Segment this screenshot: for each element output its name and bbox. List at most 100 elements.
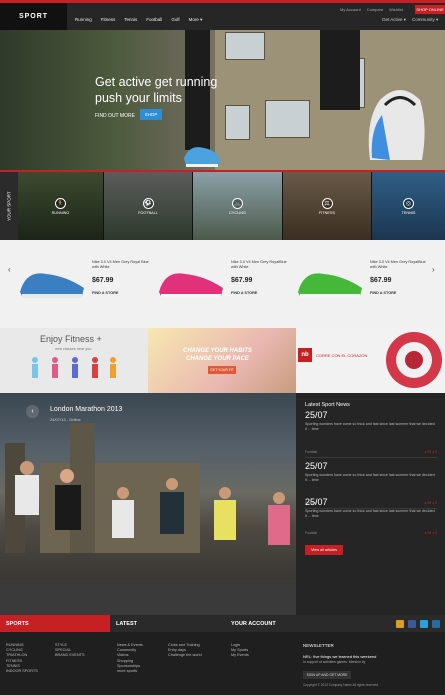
compare-link[interactable]: Compare — [367, 7, 383, 12]
rss-icon[interactable] — [396, 620, 404, 628]
find-store-link[interactable]: FIND A STORE — [92, 291, 118, 295]
category-label: FOOTBALL — [138, 210, 158, 215]
newsletter-headline: NRL: five things we learned this weekend — [303, 654, 377, 659]
nb-shoe-image — [386, 332, 442, 388]
product-name: Nike 3.0 V4 Men Grey RoyalBlue with Whit… — [370, 260, 426, 269]
wishlist-link[interactable]: Wishlist — [389, 7, 403, 12]
nav-football[interactable]: Football — [146, 17, 162, 23]
facebook-icon[interactable] — [408, 620, 416, 628]
news-text: Sporting wonders have come so thick and … — [305, 509, 435, 518]
promo-new-balance[interactable]: nb CORRE CON EL CORAZÓN — [296, 328, 445, 393]
footer-latest-heading: LATEST — [110, 615, 225, 632]
footer-link[interactable]: INDOOR SPORTS — [6, 669, 38, 674]
category-label: FITNESS — [318, 210, 336, 215]
nav-more[interactable]: More ▾ — [189, 17, 203, 23]
promo-habits[interactable]: CHANGE YOUR HABITS CHANGE YOUR PACE GET … — [148, 328, 296, 393]
footer-latest-list-2: Clubs and Training Entry days Challenge … — [168, 643, 202, 659]
category-label: TENNIS — [401, 210, 416, 215]
twitter-icon[interactable] — [420, 620, 428, 628]
news-text: Sporting wonders have come so thick and … — [305, 422, 435, 431]
shoe-image — [368, 90, 425, 160]
category-label: CYCLING — [229, 210, 246, 215]
news-date: 25/07 — [305, 410, 328, 420]
category-fitness[interactable]: ⚖ FITNESS — [283, 172, 371, 240]
hero-title: Get active get running push your limits — [95, 74, 245, 106]
tennis-icon: ◎ — [403, 197, 414, 209]
news-text: Sporting wonders have come so thick and … — [305, 473, 435, 482]
news-title: Latest Sport News — [305, 402, 350, 408]
footer-link[interactable]: My Events — [231, 653, 249, 658]
get-your-fit-button[interactable]: GET YOUR FIT — [208, 366, 236, 374]
right-nav: Get Active ▾ Community ▾ — [382, 17, 438, 23]
marathon-runners-image — [0, 461, 296, 615]
news-item[interactable]: 25/07 Sporting wonders have come so thic… — [305, 410, 437, 454]
view-all-articles-button[interactable]: View all articles — [305, 545, 343, 555]
newsletter-title: NEWSLETTER — [303, 643, 334, 648]
category-running[interactable]: 🏃 RUNNING — [18, 172, 103, 240]
find-store-link[interactable]: FIND A STORE — [231, 291, 257, 295]
news-item[interactable]: 25/07 Sporting wonders have come so thic… — [305, 461, 437, 505]
footer-link[interactable]: BRAND EVENTS — [55, 653, 85, 658]
your-sport-tab[interactable]: YOUR SPORT — [0, 172, 18, 240]
shoe-image — [20, 273, 84, 298]
shoe-image — [184, 147, 220, 167]
news-date: 25/07 — [305, 461, 328, 471]
promo-fitness[interactable]: Enjoy Fitness + new classes near you — [0, 328, 148, 393]
utility-links: My Account Compare Wishlist — [340, 5, 403, 14]
footer-link[interactable]: Challenge the world — [168, 653, 202, 658]
copyright: Copyright © 2013 Company Name All rights… — [303, 683, 378, 687]
product-card[interactable]: Nike 3.0 V4 Men Grey RoyalBlue with Whit… — [155, 258, 295, 308]
divider — [305, 457, 437, 458]
bike-icon: 🚲 — [232, 197, 243, 209]
nb-tagline: CORRE CON EL CORAZÓN — [316, 353, 368, 358]
product-card[interactable]: Nike 3.0 V4 Men Grey RoyalBlue with Whit… — [294, 258, 434, 308]
dumbbell-icon: ⚖ — [321, 197, 333, 209]
footer-account-list: Login My Sports My Events — [231, 643, 249, 659]
marathon-title: London Marathon 2013 — [50, 406, 123, 413]
chevron-left-icon[interactable]: ‹ — [26, 405, 39, 418]
newsletter-text: NRL: five things we learned this weekend… — [303, 654, 433, 664]
my-account-link[interactable]: My Account — [340, 7, 361, 12]
category-tennis[interactable]: ◎ TENNIS — [372, 172, 445, 240]
footer-link[interactable]: more sports — [117, 669, 143, 674]
nav-community[interactable]: Community ▾ — [412, 17, 438, 23]
nav-get-active[interactable]: Get Active ▾ — [382, 17, 406, 23]
nav-fitness[interactable]: Fitness — [101, 17, 116, 23]
news-item[interactable]: 25/07 Sporting wonders have come so thic… — [305, 497, 437, 535]
find-out-more-link[interactable]: FIND OUT MORE — [95, 113, 135, 119]
chevron-left-icon[interactable]: ‹ — [8, 265, 11, 274]
promo-fitness-title: Enjoy Fitness + — [40, 334, 102, 344]
shop-online-button[interactable]: SHOP ONLINE — [415, 5, 445, 14]
find-store-link[interactable]: FIND A STORE — [370, 291, 396, 295]
product-card[interactable]: Nike 3.0 V4 Men Grey Royal Blue with Whi… — [16, 258, 156, 308]
product-price: $67.99 — [231, 277, 253, 284]
shoe-image — [298, 273, 362, 298]
footer-latest-list-1: News & Events Community Videos Shopping … — [117, 643, 143, 674]
hero-shop-button[interactable]: SHOP — [140, 109, 162, 120]
news-category: Football — [305, 531, 318, 535]
nb-logo: nb — [298, 348, 312, 362]
promo-habits-line2: CHANGE YOUR PACE — [186, 356, 249, 362]
news-date: 25/07 — [305, 497, 328, 507]
news-meta: Football ● 98 ● 5 — [305, 531, 437, 536]
promo-fitness-subtitle: new classes near you — [55, 347, 92, 351]
footer-sports-list-1: RUNNING CYCLING TRIATHLON FITNESS TENNIS… — [6, 643, 38, 674]
main-nav: Running Fitness Tennis Football Golf Mor… — [75, 17, 202, 23]
newsletter-signup-button[interactable]: SIGN UP AND GET MORE — [303, 671, 351, 679]
category-cycling[interactable]: 🚲 CYCLING — [193, 172, 282, 240]
nav-running[interactable]: Running — [75, 17, 92, 23]
nav-golf[interactable]: Golf — [171, 17, 179, 23]
news-category: Football — [305, 450, 318, 454]
marathon-date: 24/07/13 - Online — [50, 417, 81, 422]
product-price: $67.99 — [370, 277, 392, 284]
footer-sports-list-2: STYLE SPECIAL BRAND EVENTS — [55, 643, 85, 659]
linkedin-icon[interactable] — [432, 620, 440, 628]
runner-icon: 🏃 — [55, 197, 66, 209]
newsletter-subtext: In support of activities games. Mention … — [303, 660, 366, 664]
logo[interactable]: SPORT — [0, 3, 67, 30]
nav-tennis[interactable]: Tennis — [124, 17, 137, 23]
news-meta: Football ● 98 ● 5 — [305, 450, 437, 455]
hero-title-line2: push your limits — [95, 91, 182, 105]
product-name: Nike 3.0 V4 Men Grey RoyalBlue with Whit… — [231, 260, 287, 269]
category-football[interactable]: ⚽ FOOTBALL — [104, 172, 192, 240]
